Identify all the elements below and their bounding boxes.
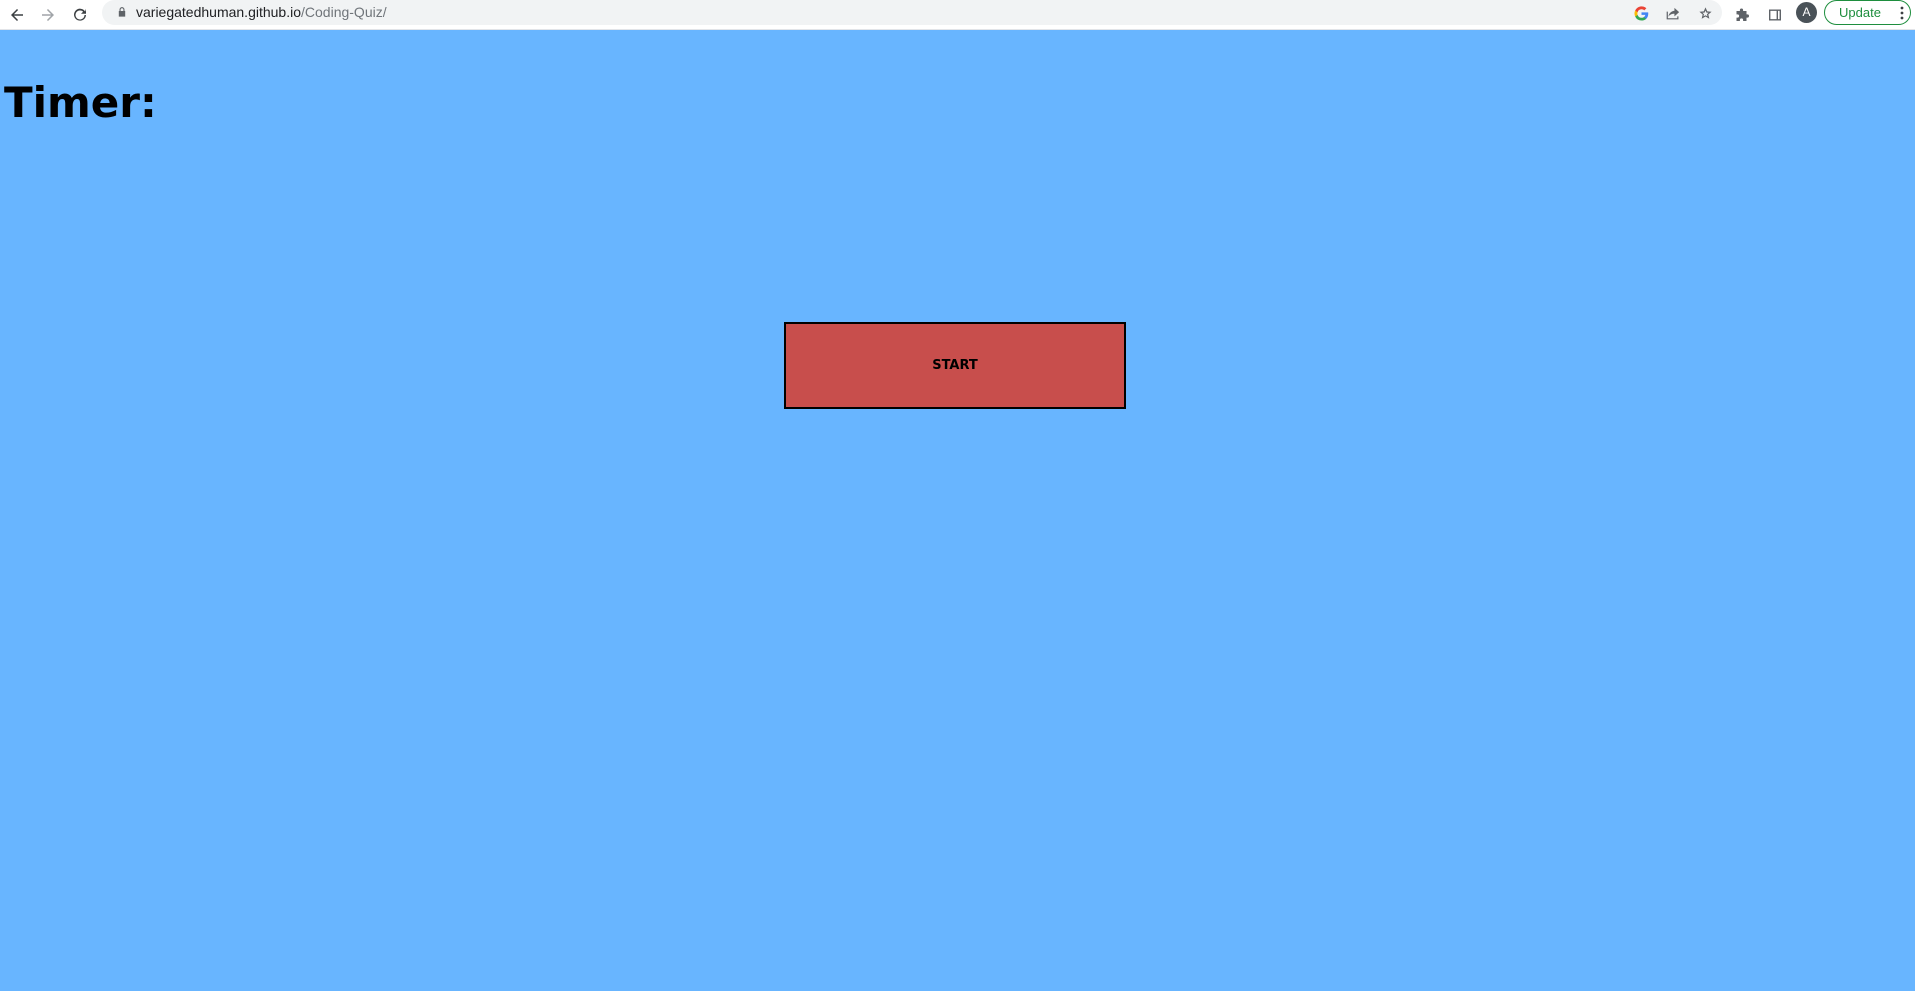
bookmark-button[interactable]	[1696, 4, 1714, 22]
reload-button[interactable]	[68, 3, 92, 27]
url-path: /Coding-Quiz/	[301, 4, 387, 20]
back-button[interactable]	[5, 3, 29, 27]
extensions-puzzle-icon	[1736, 8, 1749, 21]
url-host: variegatedhuman.github.io	[136, 4, 302, 20]
extensions-button[interactable]	[1731, 3, 1755, 27]
side-panel-icon	[1769, 9, 1781, 21]
quiz-page: Timer: START	[0, 30, 1915, 991]
bookmark-star-icon	[1698, 6, 1712, 19]
reload-icon	[74, 8, 86, 21]
browser-toolbar: variegatedhuman.github.io/Coding-Quiz/ A…	[0, 0, 1915, 30]
url-text: variegatedhuman.github.io/Coding-Quiz/	[136, 4, 387, 21]
timer-heading: Timer:	[4, 78, 157, 127]
forward-button[interactable]	[36, 3, 60, 27]
update-label: Update	[1839, 5, 1881, 20]
profile-avatar[interactable]: A	[1796, 2, 1817, 23]
google-lens-button[interactable]	[1632, 4, 1650, 22]
back-arrow-icon	[11, 9, 23, 21]
google-icon	[1634, 5, 1648, 21]
forward-arrow-icon	[42, 9, 54, 21]
kebab-menu-icon	[1900, 6, 1904, 20]
lock-icon	[118, 7, 126, 17]
share-button[interactable]	[1664, 4, 1682, 22]
side-panel-button[interactable]	[1763, 3, 1787, 27]
start-button[interactable]: START	[784, 322, 1126, 409]
address-bar[interactable]: variegatedhuman.github.io/Coding-Quiz/	[102, 0, 1722, 25]
update-button[interactable]: Update	[1824, 0, 1911, 25]
share-icon	[1666, 7, 1679, 19]
